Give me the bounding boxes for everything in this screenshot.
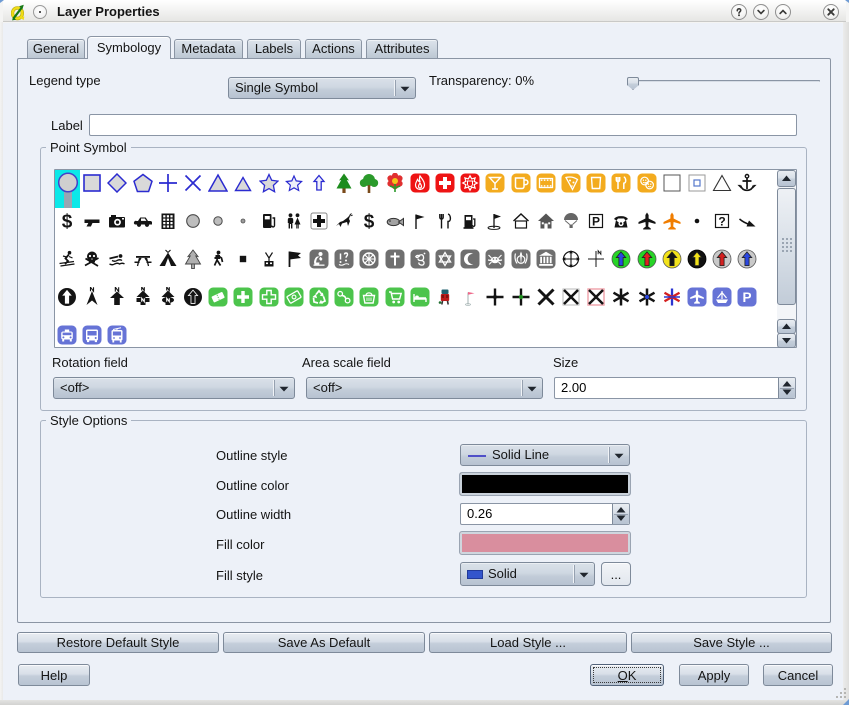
svg-text:P: P	[742, 290, 751, 305]
svg-text:P: P	[592, 215, 600, 229]
svg-text:$: $	[62, 212, 73, 232]
svg-text:?: ?	[718, 215, 725, 229]
svg-text:$: $	[364, 212, 375, 232]
